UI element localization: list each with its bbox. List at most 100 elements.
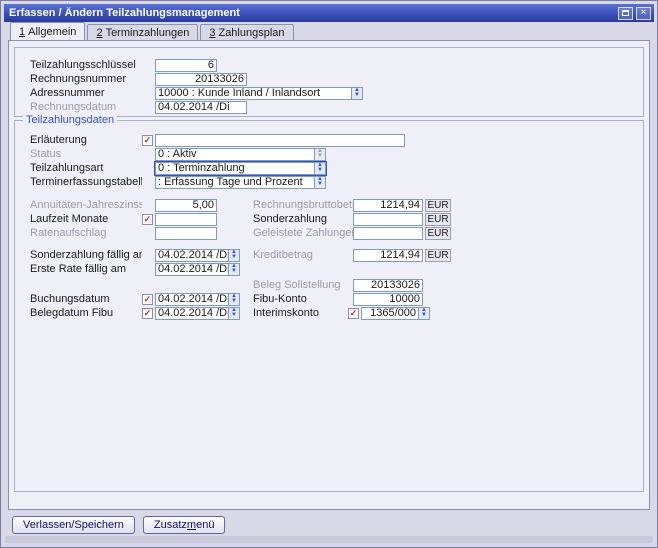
- interimskonto-checkbox[interactable]: ✓: [348, 307, 359, 319]
- beleg-sollstellung-label: Beleg Sollstellung: [253, 279, 341, 291]
- titlebar[interactable]: Erfassen / Ändern Teilzahlungsmanagement…: [4, 4, 654, 22]
- rechnungsnummer-field[interactable]: 20133026: [155, 72, 247, 86]
- zusatzmenue-button[interactable]: Zusatz m enü: [142, 516, 226, 534]
- tab-bar: 1 Allgemein 2 Terminzahlungen 3 Zahlungs…: [4, 22, 654, 40]
- check-icon: ✓: [349, 307, 358, 318]
- belegdatum-checkbox[interactable]: ✓: [142, 307, 153, 319]
- teilzahlungsschluessel-field[interactable]: 6: [155, 58, 217, 72]
- tab-allgemein-num: 1: [19, 26, 26, 38]
- teilzahlungsart-field[interactable]: 0 : Terminzahlung: [155, 161, 315, 175]
- kreditbetrag-label: Kreditbetrag: [253, 249, 313, 261]
- sonderzahlung-faellig-field[interactable]: 04.02.2014 /Di: [155, 248, 229, 262]
- row-sonderzahlung-faellig: Sonderzahlung fällig am 04.02.2014 /Di ▲…: [15, 248, 643, 262]
- terminerfassungstabelle-field[interactable]: : Erfassung Tage und Prozent: [155, 175, 315, 189]
- row-ratenaufschlag: Ratenaufschlag Geleistete Zahlungen EUR: [15, 226, 643, 240]
- button-bar: Verlassen/Speichern Zusatz m enü: [12, 516, 654, 534]
- erlaeuterung-field[interactable]: [155, 133, 405, 147]
- teilzahlungsdaten-legend: Teilzahlungsdaten: [23, 114, 118, 126]
- adressnummer-spinner[interactable]: ▲ ▼: [352, 86, 363, 100]
- rechnungsnummer-label: Rechnungsnummer: [30, 73, 126, 85]
- erste-rate-field[interactable]: 04.02.2014 /Di: [155, 262, 229, 276]
- erste-rate-spinner[interactable]: ▲ ▼: [229, 262, 240, 276]
- tab-terminzahlungen-label: Terminzahlungen: [105, 27, 190, 39]
- buchungsdatum-label: Buchungsdatum: [30, 293, 110, 305]
- terminerfassungstabelle-spinner[interactable]: ▲ ▼: [315, 175, 326, 189]
- teilzahlungsart-spinner[interactable]: ▲ ▼: [315, 161, 326, 175]
- spinner-down-icon: ▼: [231, 298, 237, 304]
- row-erste-rate: Erste Rate fällig am 04.02.2014 /Di ▲ ▼: [15, 262, 643, 276]
- row-laufzeit: Laufzeit Monate ✓ Sonderzahlung EUR: [15, 212, 643, 226]
- buchungsdatum-spinner[interactable]: ▲ ▼: [229, 292, 240, 306]
- terminerfassungstabelle-label: Terminerfassungstabelle: [30, 176, 142, 188]
- sonderzahlung-faellig-spinner[interactable]: ▲ ▼: [229, 248, 240, 262]
- row-buchungsdatum: Buchungsdatum ✓ 04.02.2014 /Di ▲ ▼ Fibu-…: [15, 292, 643, 306]
- erste-rate-label: Erste Rate fällig am: [30, 263, 126, 275]
- interimskonto-label: Interimskonto: [253, 307, 320, 319]
- check-icon: ✓: [143, 307, 152, 318]
- adressnummer-label: Adressnummer: [30, 87, 105, 99]
- ratenaufschlag-field: [155, 226, 217, 240]
- teilzahlungsschluessel-label: Teilzahlungsschlüssel: [30, 59, 136, 71]
- geleistete-currency: EUR: [425, 226, 451, 240]
- row-teilzahlungsschluessel: Teilzahlungsschlüssel 6: [15, 58, 643, 72]
- geleistete-label: Geleistete Zahlungen: [253, 227, 353, 239]
- rechnungsbrutto-currency: EUR: [425, 198, 451, 212]
- fibu-konto-field[interactable]: 10000: [353, 292, 423, 306]
- spinner-down-icon: ▼: [231, 254, 237, 260]
- dialog-window: Erfassen / Ändern Teilzahlungsmanagement…: [0, 0, 658, 548]
- interimskonto-field[interactable]: 1365/000: [361, 306, 419, 320]
- tab-allgemein[interactable]: 1 Allgemein: [10, 22, 86, 40]
- teilzahlungsart-label: Teilzahlungsart: [30, 162, 104, 174]
- interimskonto-combo[interactable]: 1365/000 ▲ ▼: [361, 306, 430, 320]
- maximize-button[interactable]: [618, 6, 633, 20]
- tab-allgemein-label: Allgemein: [28, 26, 77, 38]
- terminerfassungstabelle-combo[interactable]: : Erfassung Tage und Prozent ▲ ▼: [155, 175, 326, 189]
- teilzahlungsart-combo[interactable]: 0 : Terminzahlung ▲ ▼: [155, 161, 326, 175]
- erlaeuterung-checkbox[interactable]: ✓: [142, 134, 153, 146]
- laufzeit-checkbox[interactable]: ✓: [142, 213, 153, 225]
- window-title: Erfassen / Ändern Teilzahlungsmanagement: [9, 7, 240, 19]
- spinner-down-icon: ▼: [317, 153, 323, 159]
- belegdatum-date[interactable]: 04.02.2014 /Di ▲ ▼: [155, 306, 240, 320]
- status-combo: 0 : Aktiv ▲ ▼: [155, 147, 326, 161]
- erlaeuterung-label: Erläuterung: [30, 134, 87, 146]
- rechnungsbrutto-label: Rechnungsbruttobetrag: [253, 199, 353, 211]
- belegdatum-spinner[interactable]: ▲ ▼: [229, 306, 240, 320]
- check-icon: ✓: [143, 293, 152, 304]
- buchungsdatum-field[interactable]: 04.02.2014 /Di: [155, 292, 229, 306]
- adressnummer-field[interactable]: 10000 : Kunde Inland / Inlandsort: [155, 86, 352, 100]
- annuitaeten-label: Annuitäten-Jahreszinssatz: [30, 199, 142, 211]
- verlassen-speichern-button[interactable]: Verlassen/Speichern: [12, 516, 135, 534]
- belegdatum-label: Belegdatum Fibu: [30, 307, 114, 319]
- spinner-down-icon: ▼: [317, 167, 323, 173]
- interimskonto-spinner[interactable]: ▲ ▼: [419, 306, 430, 320]
- adressnummer-combo[interactable]: 10000 : Kunde Inland / Inlandsort ▲ ▼: [155, 86, 363, 100]
- laufzeit-label: Laufzeit Monate: [30, 213, 109, 225]
- invoice-groupbox: Teilzahlungsschlüssel 6 Rechnungsnummer …: [14, 47, 644, 117]
- status-spinner: ▲ ▼: [315, 147, 326, 161]
- erste-rate-date[interactable]: 04.02.2014 /Di ▲ ▼: [155, 262, 240, 276]
- tab-zahlungsplan[interactable]: 3 Zahlungsplan: [200, 24, 294, 40]
- tab-zahlungsplan-num: 3: [209, 27, 216, 39]
- sonderzahlung-field[interactable]: [353, 212, 423, 226]
- rechnungsbrutto-field: 1214,94: [353, 198, 423, 212]
- tab-terminzahlungen[interactable]: 2 Terminzahlungen: [87, 24, 199, 40]
- check-icon: ✓: [143, 134, 152, 145]
- sonderzahlung-faellig-date[interactable]: 04.02.2014 /Di ▲ ▼: [155, 248, 240, 262]
- spinner-down-icon: ▼: [231, 268, 237, 274]
- buchungsdatum-date[interactable]: 04.02.2014 /Di ▲ ▼: [155, 292, 240, 306]
- belegdatum-field[interactable]: 04.02.2014 /Di: [155, 306, 229, 320]
- row-erlaeuterung: Erläuterung ✓: [15, 133, 643, 147]
- close-button[interactable]: ×: [636, 6, 651, 20]
- window-bottom-strip: [5, 536, 653, 543]
- sonderzahlung-faellig-label: Sonderzahlung fällig am: [30, 249, 142, 261]
- teilzahlungsdaten-groupbox: Teilzahlungsdaten Erläuterung ✓ Status 0…: [14, 114, 644, 492]
- spinner-down-icon: ▼: [317, 181, 323, 187]
- row-annuitaeten: Annuitäten-Jahreszinssatz 5,00 Rechnungs…: [15, 198, 643, 212]
- maximize-icon: [622, 10, 629, 16]
- buchungsdatum-checkbox[interactable]: ✓: [142, 293, 153, 305]
- laufzeit-field[interactable]: [155, 212, 217, 226]
- status-label: Status: [30, 148, 62, 160]
- rechnungsdatum-field: 04.02.2014 /Di: [155, 100, 247, 114]
- spinner-down-icon: ▼: [231, 312, 237, 318]
